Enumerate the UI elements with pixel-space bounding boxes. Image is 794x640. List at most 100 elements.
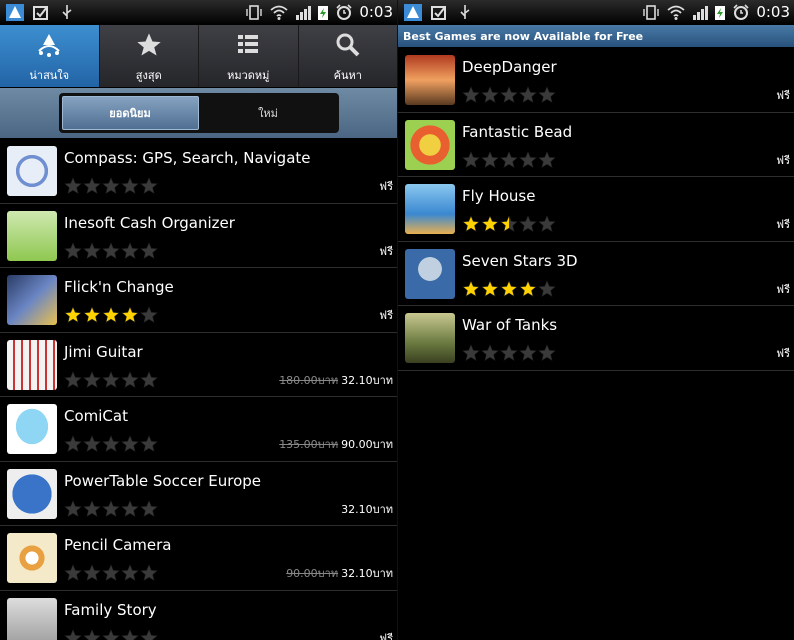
rating-star-icon [462, 279, 480, 297]
rating-star-icon [121, 370, 139, 388]
price-area: 32.10บาท [341, 500, 393, 518]
price: 32.10บาท [341, 502, 393, 516]
rating-star-icon [83, 435, 101, 452]
price: ฟรี [776, 153, 790, 167]
rating-star-icon [102, 241, 120, 259]
star-icon [137, 33, 161, 56]
price: ฟรี [776, 282, 790, 296]
list-item[interactable]: ComiCat 135.00บาท 90.00บาท [0, 397, 397, 462]
rating-star-icon [121, 628, 139, 640]
rating-star-icon [64, 241, 82, 259]
right-screen: 0:03 Best Games are now Available for Fr… [397, 0, 794, 640]
list-item[interactable]: Compass: GPS, Search, Navigate ฟรี [0, 139, 397, 204]
list-item[interactable]: Family Story ฟรี [0, 591, 397, 640]
signal-icon [296, 5, 312, 20]
price: ฟรี [379, 180, 393, 193]
battery-charging-icon [318, 5, 329, 20]
app-name: Seven Stars 3D [462, 251, 578, 270]
rating-stars [462, 215, 556, 233]
list-item[interactable]: Pencil Camera 90.00บาท 32.10บาท [0, 526, 397, 591]
home-app-icon [7, 597, 57, 640]
app-name: Pencil Camera [64, 536, 172, 554]
rating-star-icon [519, 215, 537, 232]
segment-popular[interactable]: ยอดนิยม [61, 96, 199, 130]
rating-star-icon [140, 306, 158, 323]
rating-star-icon [64, 564, 82, 581]
rating-star-icon [462, 86, 480, 103]
wifi-icon [667, 5, 685, 20]
tab-top[interactable]: สูงสุด [100, 25, 199, 87]
rating-star-icon [102, 370, 120, 388]
cash-organizer-app-icon [7, 210, 57, 261]
price-area: 135.00บาท 90.00บาท [279, 435, 393, 453]
rating-stars [64, 177, 158, 195]
rating-star-icon [519, 86, 537, 103]
status-right-group: 0:03 [245, 3, 393, 21]
rating-stars [64, 241, 158, 260]
rating-star-icon [64, 435, 82, 452]
rating-star-icon [64, 499, 82, 517]
rating-star-icon [64, 177, 82, 194]
original-price: 90.00บาท [286, 567, 339, 580]
price-area: ฟรี [776, 215, 790, 233]
tab-featured-label: น่าสนใจ [29, 69, 70, 82]
rating-star-icon [121, 241, 139, 259]
usb-icon [62, 5, 72, 19]
tab-featured[interactable]: น่าสนใจ [0, 25, 100, 87]
rating-star-icon [64, 370, 82, 388]
tab-search[interactable]: ค้นหา [299, 25, 398, 87]
app-name: PowerTable Soccer Europe [64, 471, 262, 490]
price: ฟรี [379, 244, 393, 258]
compass-app-icon [7, 146, 57, 196]
clock-text: 0:03 [756, 3, 790, 21]
list-item[interactable]: DeepDanger ฟรี [398, 48, 794, 113]
price: 32.10บาท [341, 373, 393, 387]
rating-star-icon [64, 306, 82, 323]
rating-star-icon [121, 177, 139, 194]
app-name: ComiCat [64, 407, 128, 425]
flick-change-app-icon [7, 275, 57, 325]
left-screen: 0:03 น่าสนใจ สูงสุด หมวดหมู่ ค้นหา ยอดนิ… [0, 0, 397, 640]
list-item[interactable]: Fly House ฟรี [398, 177, 794, 242]
list-item[interactable]: Jimi Guitar 180.00บาท 32.10บาท [0, 333, 397, 397]
guitar-app-icon [7, 339, 57, 390]
rating-star-icon [519, 344, 537, 361]
rating-star-icon [102, 306, 120, 323]
price: ฟรี [379, 631, 393, 640]
rating-star-icon [500, 150, 518, 168]
featured-icon [38, 34, 60, 57]
promo-banner: Best Games are now Available for Free [398, 25, 794, 48]
samsung-apps-notification-icon [6, 4, 24, 21]
deepdanger-app-icon [405, 55, 455, 105]
category-list-icon [238, 35, 259, 53]
comicat-app-icon [7, 404, 57, 454]
rating-stars [462, 279, 556, 298]
rating-stars [64, 628, 158, 640]
list-item[interactable]: Inesoft Cash Organizer ฟรี [0, 204, 397, 268]
segmented-control: ยอดนิยม ใหม่ [58, 93, 339, 133]
status-bar: 0:03 [398, 0, 794, 25]
list-item[interactable]: Fantastic Bead ฟรี [398, 113, 794, 177]
rating-star-icon [462, 344, 480, 361]
price: ฟรี [776, 347, 790, 360]
segment-new[interactable]: ใหม่ [201, 96, 336, 130]
signal-icon [693, 5, 709, 20]
rating-star-icon [64, 628, 82, 640]
list-item[interactable]: War of Tanks ฟรี [398, 306, 794, 371]
rating-stars [64, 370, 158, 389]
app-name: Compass: GPS, Search, Navigate [64, 149, 311, 167]
original-price: 180.00บาท [279, 373, 339, 387]
alarm-icon [336, 3, 352, 20]
rating-star-icon [102, 564, 120, 581]
rating-star-icon [519, 279, 537, 297]
rating-star-icon [140, 241, 158, 259]
price-area: 90.00บาท 32.10บาท [286, 564, 393, 582]
rating-star-icon [83, 564, 101, 581]
tab-categories[interactable]: หมวดหมู่ [199, 25, 299, 87]
app-list: Compass: GPS, Search, Navigate ฟรี Inesoft… [0, 139, 397, 640]
list-item[interactable]: PowerTable Soccer Europe 32.10บาท [0, 462, 397, 526]
list-item[interactable]: Flick'n Change ฟรี [0, 268, 397, 333]
rating-star-icon [102, 499, 120, 517]
bead-app-icon [405, 119, 455, 170]
list-item[interactable]: Seven Stars 3D ฟรี [398, 242, 794, 306]
